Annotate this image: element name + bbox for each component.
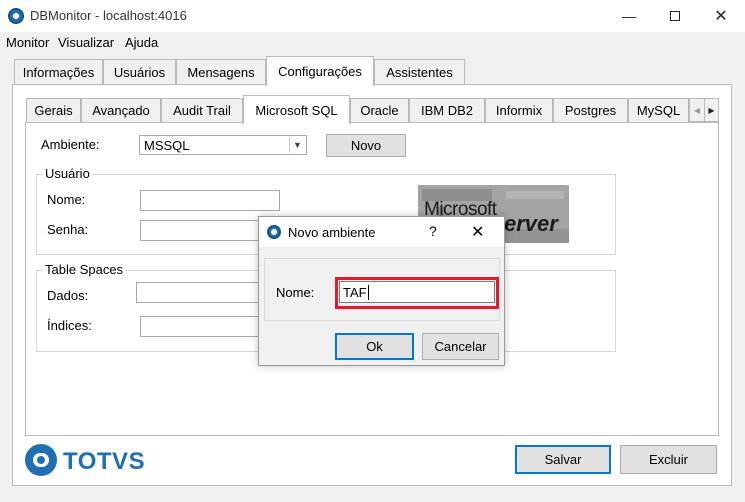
dialog-title: Novo ambiente bbox=[288, 225, 376, 240]
novo-ambiente-dialog: Novo ambiente ? ✕ Nome: TAF Ok Cancelar bbox=[258, 216, 505, 366]
ambiente-label: Ambiente: bbox=[41, 137, 100, 152]
tab-avancado[interactable]: Avançado bbox=[81, 98, 161, 122]
totvs-brand: TOTVS bbox=[63, 448, 146, 475]
dados-label: Dados: bbox=[47, 288, 89, 303]
scroll-left-icon[interactable]: ◀ bbox=[690, 99, 704, 121]
help-icon[interactable]: ? bbox=[429, 223, 437, 239]
chevron-down-icon[interactable]: ▼ bbox=[289, 137, 305, 153]
dialog-close-icon[interactable]: ✕ bbox=[471, 222, 484, 242]
excluir-button[interactable]: Excluir bbox=[620, 445, 717, 474]
tab-ibm-db2[interactable]: IBM DB2 bbox=[409, 98, 485, 122]
tab-configuracoes[interactable]: Configurações bbox=[266, 56, 374, 86]
tab-mysql[interactable]: MySQL bbox=[628, 98, 689, 122]
tab-informix[interactable]: Informix bbox=[485, 98, 553, 122]
tab-usuarios[interactable]: Usuários bbox=[103, 59, 176, 84]
totvs-logo-icon bbox=[24, 443, 58, 477]
nome-label: Nome: bbox=[47, 192, 86, 207]
dialog-nome-value: TAF bbox=[343, 285, 367, 300]
dialog-app-icon bbox=[267, 225, 281, 239]
app-icon bbox=[8, 8, 24, 24]
tab-oracle[interactable]: Oracle bbox=[350, 98, 409, 122]
cancelar-button[interactable]: Cancelar bbox=[422, 333, 499, 360]
senha-label: Senha: bbox=[47, 222, 89, 237]
scroll-right-icon[interactable]: ▶ bbox=[704, 99, 718, 121]
ambiente-value: MSSQL bbox=[144, 138, 190, 153]
tab-assistentes[interactable]: Assistentes bbox=[374, 59, 465, 84]
close-icon[interactable]: ✕ bbox=[698, 0, 744, 32]
tab-audit-trail[interactable]: Audit Trail bbox=[161, 98, 243, 122]
tab-scroll-control: ◀ ▶ bbox=[689, 98, 719, 122]
menu-visualizar[interactable]: Visualizar bbox=[58, 35, 114, 50]
ok-button[interactable]: Ok bbox=[335, 333, 414, 360]
dialog-nome-label: Nome: bbox=[276, 285, 315, 300]
tab-informacoes[interactable]: Informações bbox=[14, 59, 103, 84]
minimize-icon[interactable]: — bbox=[606, 0, 652, 32]
dialog-nome-input[interactable]: TAF bbox=[339, 281, 495, 303]
tab-gerais[interactable]: Gerais bbox=[26, 98, 81, 122]
nome-field[interactable] bbox=[140, 190, 280, 211]
menu-ajuda[interactable]: Ajuda bbox=[125, 35, 158, 50]
usuario-group-title: Usuário bbox=[43, 166, 92, 181]
indices-label: Índices: bbox=[47, 318, 92, 333]
maximize-icon[interactable] bbox=[652, 0, 698, 32]
menu-monitor[interactable]: Monitor bbox=[6, 35, 49, 50]
ambiente-select[interactable]: MSSQL ▼ bbox=[139, 135, 307, 155]
tab-postgres[interactable]: Postgres bbox=[553, 98, 628, 122]
novo-button[interactable]: Novo bbox=[326, 134, 406, 157]
text-caret bbox=[368, 285, 369, 300]
logo-server-text: erver bbox=[504, 211, 558, 236]
tablespaces-group-title: Table Spaces bbox=[43, 262, 126, 277]
tab-mensagens[interactable]: Mensagens bbox=[176, 59, 266, 84]
salvar-button[interactable]: Salvar bbox=[515, 445, 611, 474]
window-title: DBMonitor - localhost:4016 bbox=[30, 8, 187, 23]
dialog-form-group: Nome: TAF bbox=[264, 258, 500, 321]
tab-microsoft-sql[interactable]: Microsoft SQL bbox=[243, 95, 350, 124]
